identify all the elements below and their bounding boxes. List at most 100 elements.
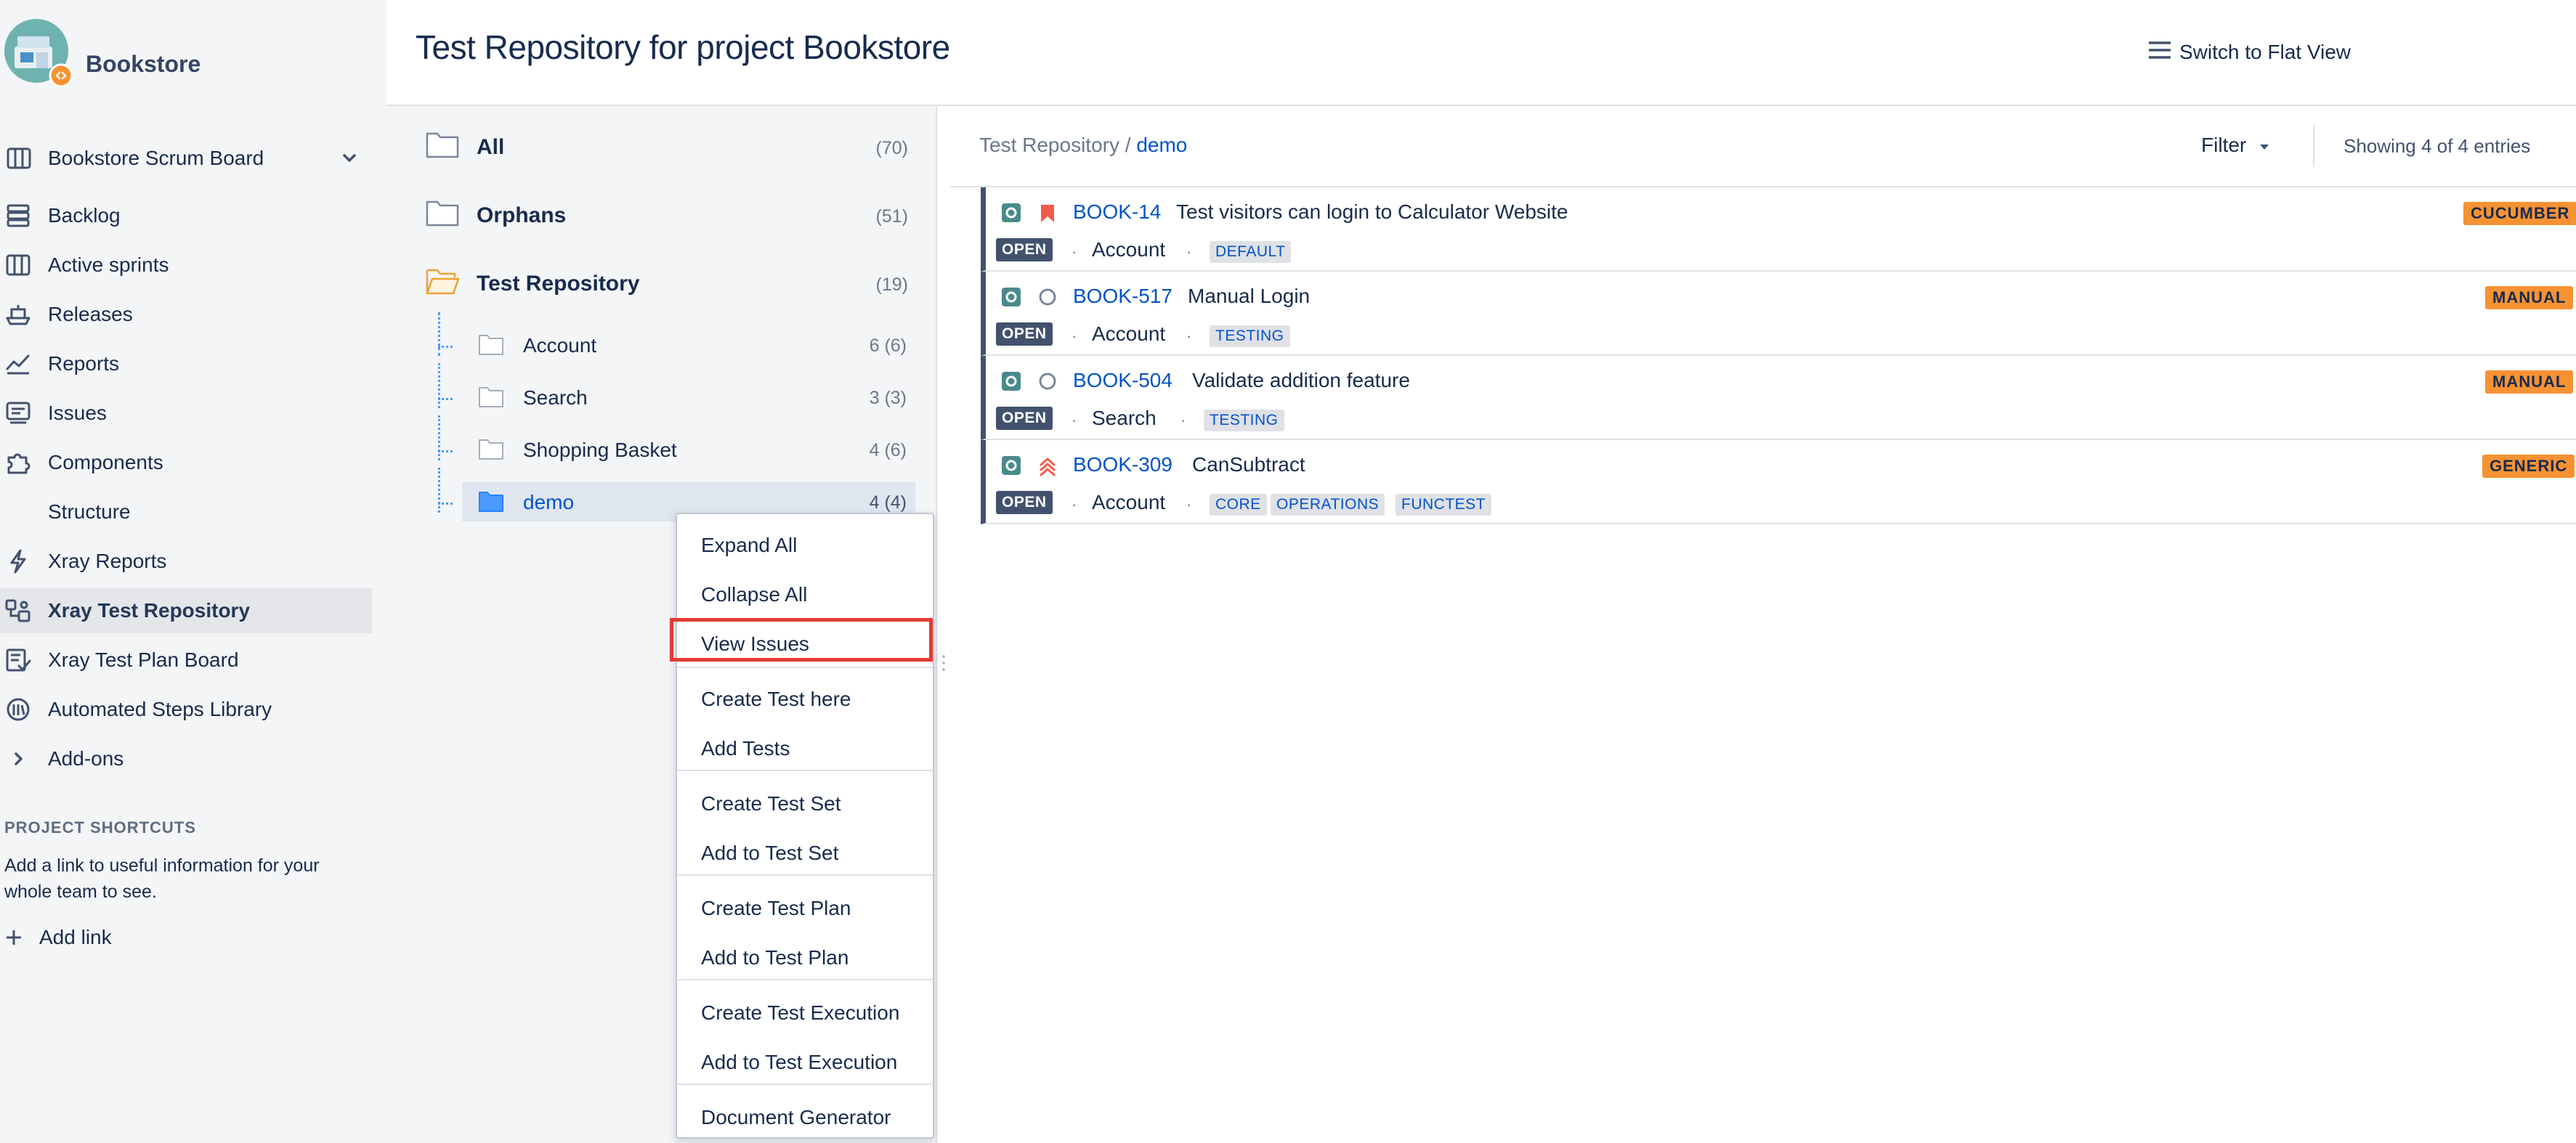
chevron-right-icon bbox=[4, 747, 32, 771]
hamburger-icon bbox=[2147, 39, 2172, 61]
tree-folder-count: 4 (4) bbox=[869, 492, 907, 513]
menu-item-label: Add to Test Set bbox=[701, 842, 839, 864]
sidebar-item-add-ons[interactable]: Add-ons bbox=[0, 736, 372, 781]
project-avatar[interactable] bbox=[3, 17, 73, 87]
tree-folder-account[interactable]: Account 6 (6) bbox=[462, 325, 915, 365]
issue-key-link[interactable]: BOOK-517 bbox=[1073, 285, 1172, 308]
sidebar-item-label: Releases bbox=[48, 303, 133, 325]
sidebar-item-components[interactable]: Components bbox=[0, 440, 372, 485]
issue-key-link[interactable]: BOOK-504 bbox=[1073, 369, 1172, 392]
issue-row[interactable]: BOOK-517 Manual Login OPEN · Account · T… bbox=[981, 272, 2576, 356]
folder-context-menu: Expand All Collapse All View Issues Crea… bbox=[676, 513, 934, 1139]
issue-label-chip[interactable]: OPERATIONS bbox=[1271, 494, 1385, 516]
menu-separator bbox=[677, 874, 933, 876]
separator-dot: · bbox=[1186, 495, 1192, 513]
project-header[interactable]: Bookstore bbox=[0, 15, 386, 94]
menu-item-document-generator[interactable]: Document Generator bbox=[677, 1095, 933, 1140]
issue-label-chip[interactable]: TESTING bbox=[1204, 410, 1284, 431]
add-link-button[interactable]: Add link bbox=[0, 922, 218, 954]
breadcrumb-current[interactable]: demo bbox=[1136, 134, 1187, 156]
issue-summary[interactable]: Test visitors can login to Calculator We… bbox=[1176, 200, 1568, 224]
issue-summary[interactable]: Validate addition feature bbox=[1192, 369, 1410, 392]
menu-item-collapse-all[interactable]: Collapse All bbox=[677, 572, 933, 617]
menu-item-add-to-test-plan[interactable]: Add to Test Plan bbox=[677, 935, 933, 980]
tree-folder-search[interactable]: Search 3 (3) bbox=[462, 378, 915, 417]
tree-root-orphans[interactable]: Orphans (51) bbox=[426, 195, 908, 238]
library-icon bbox=[4, 697, 32, 722]
switch-to-flat-view-label: Switch to Flat View bbox=[2179, 41, 2352, 63]
test-issue-type-icon bbox=[1001, 287, 1021, 307]
separator-dot: · bbox=[1072, 411, 1077, 429]
chevron-down-icon[interactable] bbox=[339, 150, 360, 167]
issue-label-chip[interactable]: FUNCTEST bbox=[1396, 494, 1491, 516]
tree-folder-count: 4 (6) bbox=[869, 440, 907, 460]
status-badge: OPEN bbox=[996, 491, 1053, 514]
caret-down-icon bbox=[2258, 142, 2271, 151]
project-sidebar: Bookstore Bookstore Scrum Board Backlog … bbox=[0, 0, 386, 1143]
issue-label-chip[interactable]: TESTING bbox=[1210, 325, 1290, 347]
tree-folder-shopping-basket[interactable]: Shopping Basket 4 (6) bbox=[462, 430, 915, 469]
test-type-badge: MANUAL bbox=[2485, 286, 2574, 309]
filter-dropdown[interactable]: Filter bbox=[2201, 132, 2288, 161]
menu-item-add-to-test-execution[interactable]: Add to Test Execution bbox=[677, 1040, 933, 1085]
breadcrumb-root[interactable]: Test Repository bbox=[979, 134, 1119, 156]
sidebar-item-automated-steps-library[interactable]: Automated Steps Library bbox=[0, 687, 372, 732]
sidebar-item-reports[interactable]: Reports bbox=[0, 341, 372, 386]
folder-icon bbox=[426, 129, 459, 158]
tree-root-label: Orphans bbox=[477, 203, 567, 227]
menu-item-create-test-set[interactable]: Create Test Set bbox=[677, 781, 933, 826]
issue-key-link[interactable]: BOOK-14 bbox=[1073, 200, 1161, 224]
issue-folder: Account bbox=[1092, 238, 1166, 261]
sidebar-item-label: Xray Test Plan Board bbox=[48, 648, 239, 671]
sidebar-item-releases[interactable]: Releases bbox=[0, 292, 372, 337]
issue-key-link[interactable]: BOOK-309 bbox=[1073, 453, 1172, 476]
board-icon bbox=[4, 253, 32, 277]
menu-item-create-test-execution[interactable]: Create Test Execution bbox=[677, 991, 933, 1036]
menu-item-label: Add Tests bbox=[701, 737, 790, 760]
sidebar-item-active-sprints[interactable]: Active sprints bbox=[0, 243, 372, 288]
issue-label-chip[interactable]: DEFAULT bbox=[1210, 241, 1292, 263]
sidebar-item-backlog[interactable]: Backlog bbox=[0, 193, 372, 238]
menu-item-add-tests[interactable]: Add Tests bbox=[677, 726, 933, 771]
tree-connector bbox=[438, 503, 453, 505]
separator-dot: · bbox=[1186, 243, 1192, 261]
separator-dot: · bbox=[1186, 327, 1192, 345]
project-shortcuts-description: Add a link to useful information for you… bbox=[4, 855, 320, 902]
splitter-grip-icon[interactable] bbox=[941, 654, 946, 672]
issue-folder: Search bbox=[1092, 407, 1157, 429]
folder-icon bbox=[426, 198, 459, 227]
issue-summary[interactable]: Manual Login bbox=[1188, 285, 1310, 308]
issue-row[interactable]: BOOK-309 CanSubtract OPEN · Account · CO… bbox=[981, 440, 2576, 524]
sidebar-item-xray-reports[interactable]: Xray Reports bbox=[0, 539, 372, 584]
tree-root-all[interactable]: All (70) bbox=[426, 126, 908, 170]
sidebar-item-structure[interactable]: Structure bbox=[0, 489, 372, 534]
sidebar-item-xray-test-repository[interactable]: Xray Test Repository bbox=[0, 588, 372, 633]
tree-connector bbox=[438, 398, 453, 400]
panel-splitter[interactable] bbox=[936, 106, 937, 1143]
priority-high-icon bbox=[1037, 455, 1058, 476]
tree-root-count: (70) bbox=[875, 138, 908, 158]
menu-item-expand-all[interactable]: Expand All bbox=[677, 523, 933, 568]
sidebar-item-issues[interactable]: Issues bbox=[0, 391, 372, 436]
menu-item-label: Add to Test Execution bbox=[701, 1051, 898, 1073]
menu-item-add-to-test-set[interactable]: Add to Test Set bbox=[677, 831, 933, 876]
add-link-label: Add link bbox=[39, 926, 112, 948]
tree-root-test-repository[interactable]: Test Repository (19) bbox=[426, 263, 908, 306]
folder-icon bbox=[478, 385, 504, 408]
breadcrumb-separator: / bbox=[1119, 134, 1137, 156]
issue-row[interactable]: BOOK-504 Validate addition feature OPEN … bbox=[981, 356, 2576, 440]
switch-to-flat-view-button[interactable]: Switch to Flat View bbox=[2147, 36, 2380, 68]
sidebar-item-xray-test-plan-board[interactable]: Xray Test Plan Board bbox=[0, 638, 372, 683]
issue-label-chip[interactable]: CORE bbox=[1210, 494, 1267, 516]
bolt-icon bbox=[4, 549, 32, 574]
tree-folder-label: Account bbox=[523, 334, 597, 357]
board-selector[interactable]: Bookstore Scrum Board bbox=[0, 138, 372, 179]
issue-row[interactable]: BOOK-14 Test visitors can login to Calcu… bbox=[981, 187, 2576, 272]
test-type-badge: GENERIC bbox=[2482, 455, 2575, 478]
issue-summary[interactable]: CanSubtract bbox=[1192, 453, 1305, 476]
menu-item-create-test-here[interactable]: Create Test here bbox=[677, 677, 933, 722]
menu-item-create-test-plan[interactable]: Create Test Plan bbox=[677, 886, 933, 931]
priority-none-icon bbox=[1037, 370, 1058, 392]
tree-root-label: Test Repository bbox=[477, 272, 640, 296]
priority-highest-icon bbox=[1037, 202, 1058, 224]
